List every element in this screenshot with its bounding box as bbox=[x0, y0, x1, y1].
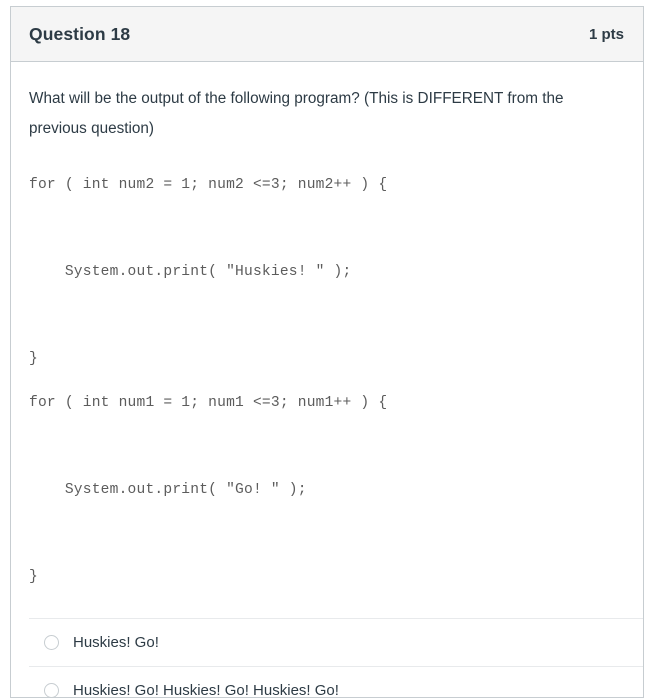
question-prompt-text: What will be the output of the following… bbox=[29, 90, 564, 137]
page-title: Question 18 bbox=[29, 23, 131, 44]
question-card: Question 18 1 pts What will be the outpu… bbox=[10, 6, 644, 698]
radio-button-icon[interactable] bbox=[44, 683, 59, 697]
question-body: What will be the output of the following… bbox=[11, 62, 643, 698]
question-header: Question 18 1 pts bbox=[11, 7, 643, 62]
code-snippet: for ( int num2 = 1; num2 <=3; num2++ ) {… bbox=[29, 177, 388, 585]
radio-button-icon[interactable] bbox=[44, 635, 59, 650]
answer-option-2[interactable]: Huskies! Go! Huskies! Go! Huskies! Go! bbox=[29, 666, 643, 698]
answer-option-1[interactable]: Huskies! Go! bbox=[29, 618, 643, 666]
answer-option-label: Huskies! Go! Huskies! Go! Huskies! Go! bbox=[73, 681, 339, 698]
answer-option-label: Huskies! Go! bbox=[73, 633, 159, 651]
question-points-badge: 1 pts bbox=[588, 25, 624, 43]
answer-options-list: Huskies! Go! Huskies! Go! Huskies! Go! H… bbox=[29, 618, 643, 698]
